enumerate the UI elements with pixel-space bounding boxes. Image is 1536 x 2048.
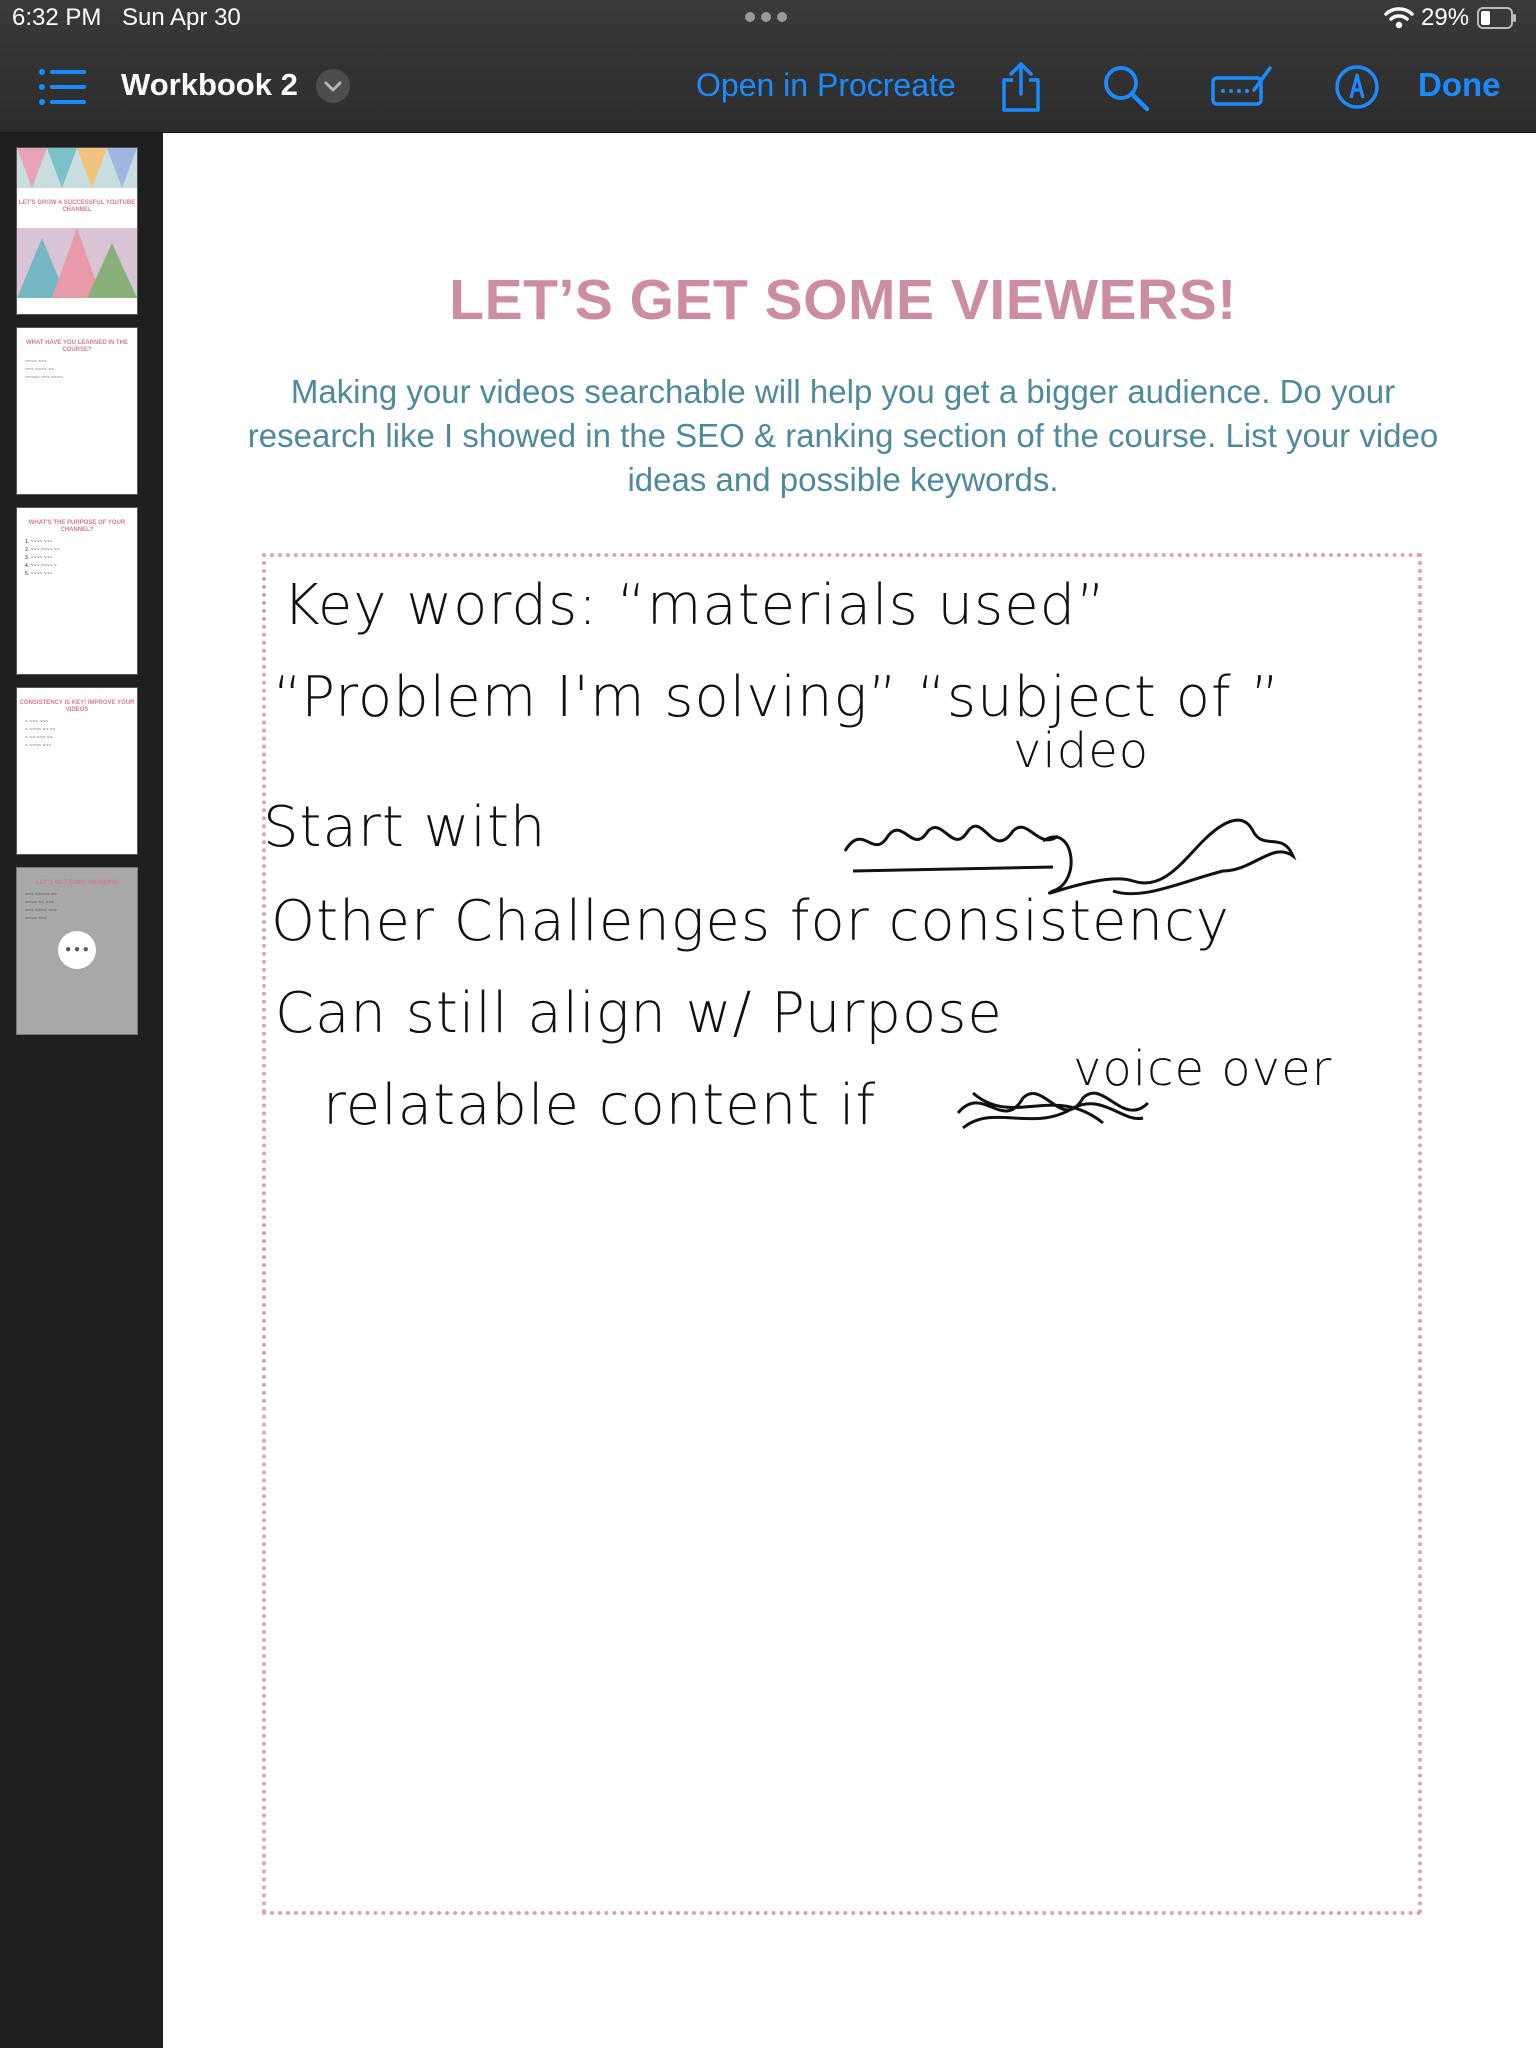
top-toolbar: 6:32 PM Sun Apr 30 29% Workbook 2 Open i… bbox=[0, 0, 1536, 133]
page-thumbnail-sidebar: LET'S GROW A SUCCESSFUL YOUTUBE CHANNEL … bbox=[0, 133, 162, 2048]
share-icon[interactable] bbox=[998, 62, 1044, 112]
thumbnail-scribbles: ~~~~ ~~~ ~~~ ~~~~ ~~ ~~~~~ ~~~ ~~~~ bbox=[25, 359, 63, 381]
list-icon[interactable] bbox=[38, 68, 86, 106]
thumbnail-title: WHAT'S THE PURPOSE OF YOUR CHANNEL? bbox=[28, 520, 126, 533]
handwritten-insert-video: video bbox=[1013, 723, 1150, 779]
thumbnail-scribbles: ~~~ ~~~~~ ~~ ~~~~ ~~ ~~~ ~~~ ~~~~ ~~~ ~~~~ … bbox=[25, 892, 57, 922]
page-thumbnail-4[interactable]: CONSISTENCY IS KEY! IMPROVE YOUR VIDEOS … bbox=[16, 687, 138, 855]
battery-percent: 29% bbox=[1421, 4, 1470, 31]
thumbnail-title: CONSISTENCY IS KEY! IMPROVE YOUR VIDEOS bbox=[19, 700, 135, 713]
battery-icon bbox=[1477, 7, 1516, 29]
page-heading: LET’S GET SOME VIEWERS! bbox=[449, 268, 1237, 332]
handwritten-line-3: Start with bbox=[263, 795, 547, 860]
thumbnail-title: LET'S GROW A SUCCESSFUL YOUTUBE CHANNEL bbox=[18, 200, 136, 213]
wifi-icon bbox=[1384, 7, 1414, 29]
chevron-down-icon[interactable] bbox=[316, 69, 350, 103]
thumbnail-scribbles: 1. ~~~~ ~~~ 2. ~~~ ~~~~ ~~ 3. ~~~~ ~~~ 4. ~… bbox=[25, 539, 60, 577]
document-title[interactable]: Workbook 2 bbox=[121, 65, 298, 105]
more-dots-icon[interactable] bbox=[745, 12, 787, 22]
keyboard-icon[interactable] bbox=[1210, 64, 1272, 108]
handwritten-crossed-out-word bbox=[956, 1091, 1150, 1130]
status-time: 6:32 PM bbox=[12, 4, 102, 31]
handwritten-line-4: Other Challenges for consistency bbox=[271, 889, 1230, 954]
handwritten-line-1: Key words: “materials used” bbox=[283, 573, 1107, 638]
handwritten-line-6: relatable content if bbox=[323, 1073, 877, 1138]
page-thumbnail-3[interactable]: WHAT'S THE PURPOSE OF YOUR CHANNEL? 1. ~… bbox=[16, 507, 138, 675]
thumbnail-title: LET'S GET SOME VIEWERS! bbox=[36, 880, 118, 886]
page-thumbnail-5-selected[interactable]: LET'S GET SOME VIEWERS! ~~~ ~~~~~ ~~ ~~~~… bbox=[16, 867, 138, 1035]
document-page: LET’S GET SOME VIEWERS! Making your vide… bbox=[163, 133, 1536, 2048]
thumbnail-artwork-image bbox=[17, 148, 137, 188]
thumbnail-scribbles: ~ ~~~ ~~~ ~ ~~~~ ~~ ~~ ~ ~~ ~~~ ~~ ~ ~~~~ ~… bbox=[25, 719, 56, 749]
handwritten-notes: Key words: “materials used” “Problem I'm… bbox=[263, 573, 1423, 1138]
handwritten-line-2: “Problem I'm solving” “subject of ” bbox=[273, 665, 1281, 730]
status-date: Sun Apr 30 bbox=[122, 4, 241, 31]
page-instructions: Making your videos searchable will help … bbox=[247, 373, 1439, 498]
markup-pen-icon[interactable] bbox=[1334, 64, 1380, 110]
page-thumbnail-2[interactable]: WHAT HAVE YOU LEARNED IN THE COURSE? ~~~… bbox=[16, 327, 138, 495]
thumbnail-title: WHAT HAVE YOU LEARNED IN THE COURSE? bbox=[25, 340, 128, 353]
search-icon[interactable] bbox=[1101, 64, 1151, 112]
handwritten-line-5: Can still align w/ Purpose bbox=[275, 981, 1003, 1046]
open-in-procreate-button[interactable]: Open in Procreate bbox=[696, 65, 956, 105]
done-button[interactable]: Done bbox=[1418, 65, 1501, 105]
thumbnail-artwork-image bbox=[17, 228, 137, 298]
page-thumbnail-1[interactable]: LET'S GROW A SUCCESSFUL YOUTUBE CHANNEL bbox=[16, 147, 138, 315]
thumbnail-options-badge[interactable]: ● ● ● bbox=[58, 931, 96, 969]
